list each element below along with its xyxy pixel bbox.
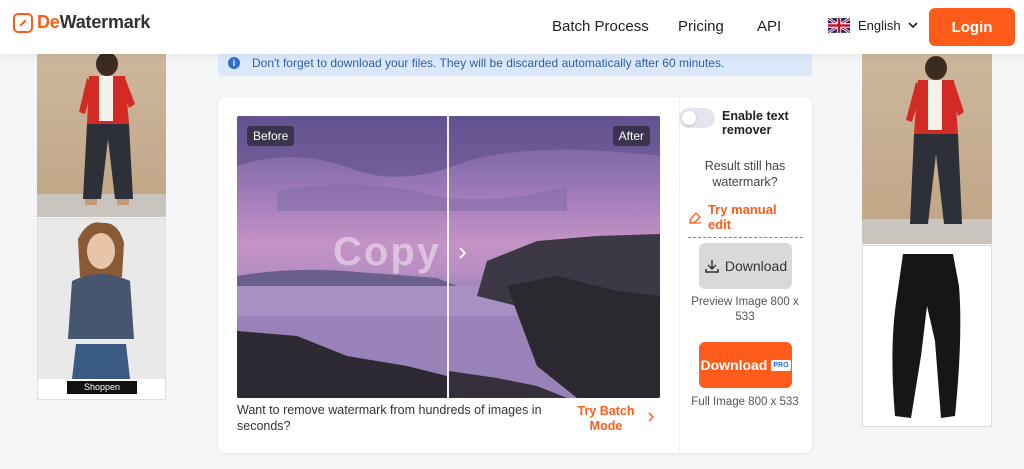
try-batch-mode-link[interactable]: Try Batch Mode xyxy=(576,404,636,434)
download-full-button[interactable]: Download PRO xyxy=(699,342,792,388)
before-label: Before xyxy=(247,126,295,146)
logo-text: DeWatermark xyxy=(37,12,151,32)
nav-batch-process[interactable]: Batch Process xyxy=(552,18,649,35)
nav-api[interactable]: API xyxy=(757,18,781,35)
still-watermark-text: Result still has watermark? xyxy=(704,159,786,189)
top-header: DeWatermark Batch Process Pricing API En… xyxy=(0,0,1024,54)
ad-image-red-jacket-right[interactable] xyxy=(862,54,992,244)
compare-divider-handle[interactable] xyxy=(447,116,449,398)
language-label: English xyxy=(858,18,901,33)
model-red-jacket-figure xyxy=(37,54,166,217)
notice-text: Don't forget to download your files. The… xyxy=(252,56,725,70)
ad-image-red-jacket-left[interactable] xyxy=(37,54,166,217)
nav-pricing[interactable]: Pricing xyxy=(678,18,724,35)
pro-badge: PRO xyxy=(771,359,791,371)
download-label: Download xyxy=(724,258,788,274)
download-pro-label: Download xyxy=(700,357,768,373)
model-red-jacket-figure-right xyxy=(862,56,992,244)
text-remover-toggle[interactable] xyxy=(679,108,715,128)
shoppen-label[interactable]: Shoppen xyxy=(67,381,137,394)
chevron-right-icon[interactable] xyxy=(647,412,655,422)
toggle-knob xyxy=(682,111,696,125)
eraser-icon xyxy=(688,212,701,224)
chevron-right-icon[interactable] xyxy=(458,246,468,260)
card-separator xyxy=(679,97,680,453)
info-icon: i xyxy=(228,57,240,69)
batch-question-text: Want to remove watermark from hundreds o… xyxy=(237,403,542,433)
download-icon xyxy=(705,260,719,273)
before-after-compare[interactable]: Copy Before After xyxy=(237,116,660,398)
chevron-down-icon xyxy=(908,22,918,29)
logo[interactable]: DeWatermark xyxy=(13,12,150,33)
logo-icon xyxy=(13,12,33,33)
uk-flag-icon xyxy=(828,18,850,33)
text-remover-label: Enable text remover xyxy=(722,109,789,137)
watermark-overlay-text: Copy xyxy=(333,230,441,274)
download-preview-button[interactable]: Download xyxy=(699,243,792,289)
model-sweater-figure xyxy=(38,219,165,379)
preview-image-caption: Preview Image 800 x 533 xyxy=(691,296,799,323)
leggings-figure xyxy=(863,246,991,426)
language-selector[interactable]: English xyxy=(828,18,918,33)
full-image-caption: Full Image 800 x 533 xyxy=(691,396,799,408)
login-button[interactable]: Login xyxy=(929,8,1015,46)
manual-edit-label: Try manual edit xyxy=(707,202,777,232)
after-label: After xyxy=(612,126,650,146)
manual-edit-link[interactable]: Try manual edit xyxy=(688,202,803,238)
ad-image-leggings-right[interactable] xyxy=(862,245,992,427)
ad-image-sweater-left[interactable]: Shoppen xyxy=(37,218,166,400)
